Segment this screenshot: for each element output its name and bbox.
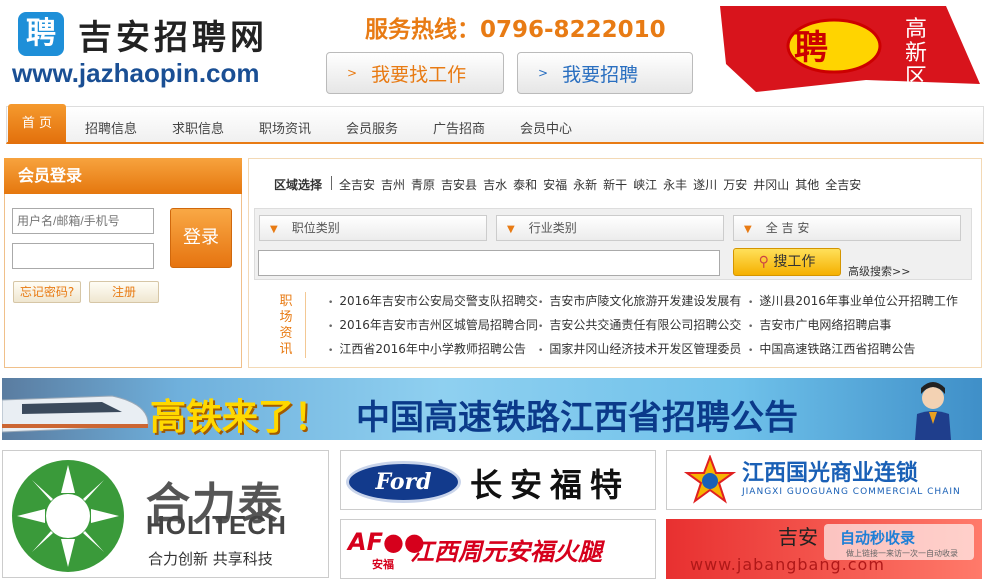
jabangbang-cn: 吉安 (778, 525, 818, 549)
industry-category-select[interactable]: ▼ 行业类别 (496, 215, 724, 241)
news-item[interactable]: 吉安市庐陵文化旅游开发建设发展有 (538, 292, 741, 309)
username-input[interactable] (12, 208, 154, 234)
region-item[interactable]: 其他 (795, 178, 819, 192)
nav-advertising[interactable]: 广告招商 (433, 118, 485, 137)
region-item[interactable]: 峡江 (633, 178, 657, 192)
banner-char: 聘 (794, 28, 828, 68)
recruit-button[interactable]: > 我要招聘 (517, 52, 693, 94)
region-divider (331, 176, 332, 190)
train-subheadline: 中国高速铁路江西省招聘公告 (356, 398, 798, 438)
train-headline: 高铁来了！ (150, 397, 331, 438)
guoguang-en-name: JIANGXI GUOGUANG COMMERCIAL CHAIN (742, 487, 961, 497)
site-logo-icon[interactable]: 聘 (18, 12, 64, 56)
region-item[interactable]: 吉安县 (441, 178, 477, 192)
banner-zone-text: 高新区 (904, 17, 927, 90)
ford-logo-icon: Ford (346, 461, 461, 503)
anfu-logo-label: 安福 (372, 558, 394, 571)
news-item[interactable]: 吉安公共交通责任有限公司招聘公交 (538, 316, 741, 333)
region-item[interactable]: 安福 (543, 178, 567, 192)
region-item[interactable]: 吉水 (483, 178, 507, 192)
nav-home[interactable]: 首 页 (8, 104, 66, 144)
region-item[interactable]: 全吉安 (825, 178, 861, 192)
nav-seeker-info[interactable]: 求职信息 (172, 118, 224, 137)
search-icon: ⚲ (758, 254, 769, 270)
news-item[interactable]: 吉安市广电网络招聘启事 (748, 316, 891, 333)
anfu-ham-name: 江西周元安福火腿 (410, 538, 602, 566)
news-item[interactable]: 2016年吉安市吉州区城管局招聘合同 (328, 316, 538, 333)
login-title: 会员登录 (4, 158, 242, 194)
region-item[interactable]: 井冈山 (753, 178, 789, 192)
recruit-label: 我要招聘 (562, 63, 639, 86)
nav-member-service[interactable]: 会员服务 (346, 118, 398, 137)
find-job-button[interactable]: > 我要找工作 (326, 52, 504, 94)
service-hotline: 服务热线：0796-8222010 (365, 17, 666, 43)
chevron-right-icon: > (538, 66, 549, 80)
position-category-label: 职位类别 (291, 221, 340, 235)
register-button[interactable]: 注册 (89, 281, 159, 303)
region-item[interactable]: 新干 (603, 178, 627, 192)
holitech-en-name: HOLITECH (146, 510, 287, 540)
site-url[interactable]: www.jazhaopin.com (12, 58, 260, 89)
watermark-subtext: 做上链接一来访一次一自动收录 (846, 549, 958, 558)
news-divider (305, 292, 306, 358)
holitech-slogan: 合力创新 共享科技 (148, 550, 273, 568)
watermark-text: 自动秒收录 (840, 529, 916, 547)
triangle-down-icon: ▼ (270, 224, 278, 235)
login-button[interactable]: 登录 (170, 208, 232, 268)
region-item[interactable]: 永新 (573, 178, 597, 192)
region-item[interactable]: 全吉安 (339, 178, 375, 192)
nav-career-news[interactable]: 职场资讯 (259, 118, 311, 137)
main-nav (6, 106, 984, 144)
chevron-right-icon: > (347, 66, 358, 80)
news-item[interactable]: 遂川县2016年事业单位公开招聘工作 (748, 292, 958, 309)
news-label: 职场资讯 (279, 294, 293, 357)
nav-member-center[interactable]: 会员中心 (520, 118, 572, 137)
area-label: 全 吉 安 (765, 221, 810, 235)
nav-job-info[interactable]: 招聘信息 (85, 118, 137, 137)
region-item[interactable]: 万安 (723, 178, 747, 192)
holitech-logo-icon (12, 460, 124, 572)
region-list: 全吉安 吉州 青原 吉安县 吉水 泰和 安福 永新 新干 峡江 永丰 遂川 万安 井冈山 其他 全吉安 (339, 176, 867, 193)
keyword-input[interactable] (258, 250, 720, 276)
changan-ford-name: 长安福特 (470, 466, 631, 504)
news-item[interactable]: 中国高速铁路江西省招聘公告 (748, 340, 915, 357)
region-item[interactable]: 永丰 (663, 178, 687, 192)
high-tech-zone-banner[interactable] (716, 4, 982, 94)
industry-category-label: 行业类别 (528, 221, 577, 235)
position-category-select[interactable]: ▼ 职位类别 (259, 215, 487, 241)
news-item[interactable]: 国家井冈山经济技术开发区管理委员 (538, 340, 741, 357)
guoguang-logo-icon (683, 455, 737, 504)
site-logo-text[interactable]: 吉安招聘网 (78, 10, 268, 59)
region-item[interactable]: 遂川 (693, 178, 717, 192)
region-label: 区域选择 (274, 178, 323, 192)
password-input[interactable] (12, 243, 154, 269)
region-item[interactable]: 吉州 (381, 178, 405, 192)
search-job-button[interactable]: ⚲ 搜工作 (733, 248, 841, 276)
triangle-down-icon: ▼ (507, 224, 515, 235)
triangle-down-icon: ▼ (744, 224, 752, 235)
find-job-label: 我要找工作 (371, 63, 467, 86)
region-item[interactable]: 泰和 (513, 178, 537, 192)
train-icon (2, 395, 149, 433)
guoguang-cn-name: 江西国光商业连锁 (742, 461, 919, 486)
forgot-password-button[interactable]: 忘记密码? (13, 281, 81, 303)
search-job-label: 搜工作 (773, 254, 816, 270)
news-item[interactable]: 江西省2016年中小学教师招聘公告 (328, 340, 526, 357)
news-item[interactable]: 2016年吉安市公安局交警支队招聘交 (328, 292, 538, 309)
attendant-icon (915, 382, 951, 440)
region-item[interactable]: 青原 (411, 178, 435, 192)
area-select[interactable]: ▼ 全 吉 安 (733, 215, 961, 241)
advanced-search-link[interactable]: 高级搜索>> (848, 263, 910, 279)
